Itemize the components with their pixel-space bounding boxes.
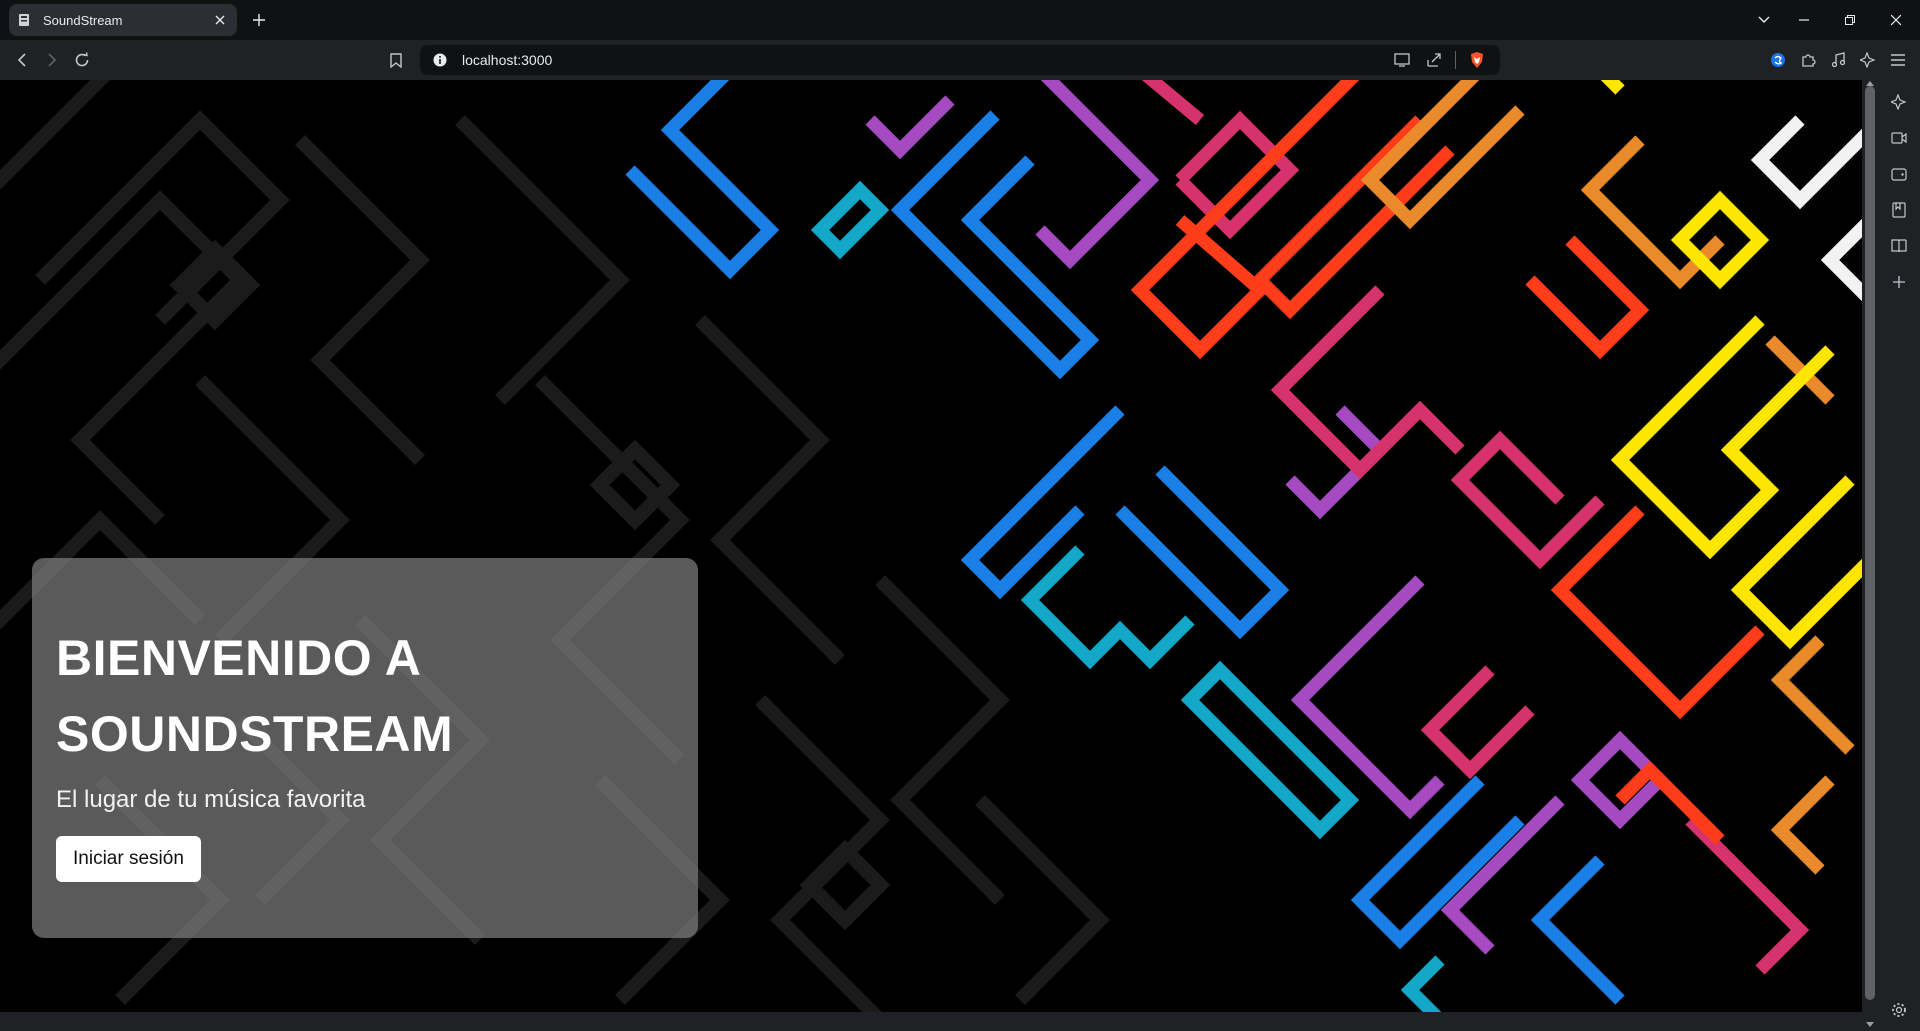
leo-sparkle-icon[interactable] — [1887, 90, 1911, 114]
address-bar[interactable]: localhost:3000 — [420, 45, 1500, 75]
hamburger-icon[interactable] — [1886, 48, 1910, 72]
login-button[interactable]: Iniciar sesión — [56, 836, 201, 882]
separator — [1455, 51, 1456, 69]
url-text[interactable]: localhost:3000 — [462, 52, 1391, 68]
bookmark-icon[interactable] — [384, 48, 408, 72]
music-icon[interactable] — [1826, 48, 1850, 72]
favicon-icon — [17, 12, 33, 28]
share-icon[interactable] — [1423, 49, 1445, 71]
puzzle-icon[interactable] — [1796, 48, 1820, 72]
scroll-thumb[interactable] — [1865, 86, 1875, 1000]
browser-toolbar: localhost:3000 — [0, 40, 1920, 80]
hero-title-line2: SOUNDSTREAM — [56, 706, 454, 762]
reload-button[interactable] — [70, 48, 94, 72]
scroll-down-arrow-icon[interactable] — [1865, 1021, 1875, 1027]
wallet-icon[interactable] — [1887, 162, 1911, 186]
new-tab-button[interactable] — [248, 9, 270, 31]
add-panel-icon[interactable] — [1887, 270, 1911, 294]
forward-button[interactable] — [40, 48, 64, 72]
page-viewport: BIENVENIDO A SOUNDSTREAM El lugar de tu … — [0, 80, 1862, 1012]
side-panel — [1878, 80, 1920, 1031]
status-bar — [0, 1012, 1862, 1031]
cast-icon[interactable] — [1391, 49, 1413, 71]
tab-soundstream[interactable]: SoundStream — [9, 4, 237, 36]
video-icon[interactable] — [1887, 126, 1911, 150]
back-button[interactable] — [10, 48, 34, 72]
hero-card: BIENVENIDO A SOUNDSTREAM El lugar de tu … — [32, 558, 698, 938]
minimize-button[interactable] — [1790, 8, 1818, 32]
hero-subtitle: El lugar de tu música favorita — [56, 786, 366, 813]
hero-title: BIENVENIDO A SOUNDSTREAM — [56, 620, 674, 772]
sparkle-icon[interactable] — [1856, 48, 1880, 72]
restore-button[interactable] — [1836, 8, 1864, 32]
extension-blue-icon[interactable] — [1766, 48, 1790, 72]
gear-icon[interactable] — [1887, 998, 1911, 1022]
brave-shields-icon[interactable] — [1466, 49, 1488, 71]
info-icon[interactable] — [432, 52, 448, 68]
page-scrollbar[interactable] — [1862, 80, 1878, 1031]
tab-strip: SoundStream — [0, 0, 1920, 40]
bookmarks-panel-icon[interactable] — [1887, 198, 1911, 222]
tab-search-icon[interactable] — [1750, 8, 1778, 32]
hero-title-line1: BIENVENIDO A — [56, 630, 422, 686]
tab-title: SoundStream — [43, 12, 123, 28]
reading-list-icon[interactable] — [1887, 234, 1911, 258]
tab-close-icon[interactable] — [211, 11, 229, 29]
close-window-button[interactable] — [1882, 8, 1910, 32]
